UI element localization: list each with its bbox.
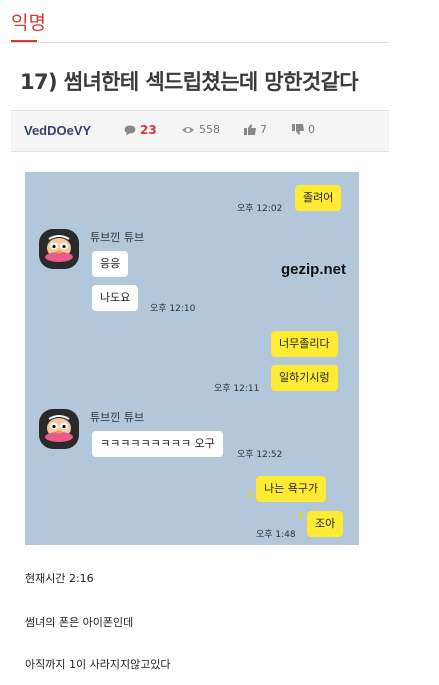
- view-count: 558: [181, 123, 220, 136]
- avatar: [39, 229, 79, 269]
- eye-icon: [182, 126, 194, 133]
- comment-count-value: 23: [140, 123, 157, 137]
- upvote-count[interactable]: 7: [244, 123, 267, 136]
- sender-name: 튜브낀 튜브: [90, 411, 145, 424]
- watermark: gezip.net: [281, 261, 347, 278]
- post-body-line: 현재시간 2:16: [25, 572, 94, 585]
- downvote-count-value: 0: [308, 123, 315, 136]
- unread-count: 1: [247, 490, 254, 500]
- thumbs-up-icon: [244, 124, 256, 135]
- author-name[interactable]: VedDOeVY: [24, 123, 91, 138]
- message-time: 오후 12:52: [237, 450, 283, 460]
- post-meta-bar: VedDOeVY 23 558 7 0: [11, 110, 389, 152]
- message-time: 오후 12:11: [214, 384, 260, 394]
- my-message-bubble: 너무졸리다: [271, 331, 338, 357]
- other-message-bubble: 응응: [92, 251, 129, 277]
- other-message-bubble: ㅋㅋㅋㅋㅋㅋㅋㅋㅋ 오구: [92, 431, 223, 457]
- message-time: 오후 12:10: [150, 304, 196, 314]
- post-body-line: 썸녀의 폰은 아이폰인데: [25, 616, 134, 629]
- tube-character-icon: [45, 235, 73, 262]
- my-message-bubble: 조아: [307, 511, 344, 537]
- view-count-value: 558: [199, 123, 220, 136]
- board-tab-anonymous[interactable]: 익명: [11, 8, 46, 35]
- thumbs-down-icon: [292, 124, 304, 135]
- other-message-bubble: 나도요: [92, 285, 139, 311]
- message-time: 오후 1:48: [256, 530, 296, 540]
- upvote-count-value: 7: [260, 123, 267, 136]
- my-message-bubble: 일하기시렁: [271, 365, 338, 391]
- unread-count: 1: [297, 511, 304, 521]
- my-message-bubble: 나는 욕구가: [256, 476, 327, 502]
- my-message-bubble: 졸려어: [295, 185, 342, 211]
- speech-bubble-icon: [124, 125, 136, 135]
- message-time: 오후 12:02: [237, 204, 283, 214]
- chat-screenshot: 오후 12:02 졸려어 튜브낀 튜브 응응 gezip.net 나도요 오후 …: [25, 172, 359, 545]
- divider: [11, 42, 389, 43]
- post-body-line: 아직까지 1이 사라지지않고있다: [25, 658, 171, 671]
- avatar: [39, 409, 79, 449]
- post-title: 17) 썸녀한테 섹드립쳤는데 망한것같다: [20, 70, 359, 94]
- sender-name: 튜브낀 튜브: [90, 231, 145, 244]
- comment-count: 23: [124, 123, 157, 137]
- downvote-count[interactable]: 0: [292, 123, 315, 136]
- tube-character-icon: [45, 415, 73, 442]
